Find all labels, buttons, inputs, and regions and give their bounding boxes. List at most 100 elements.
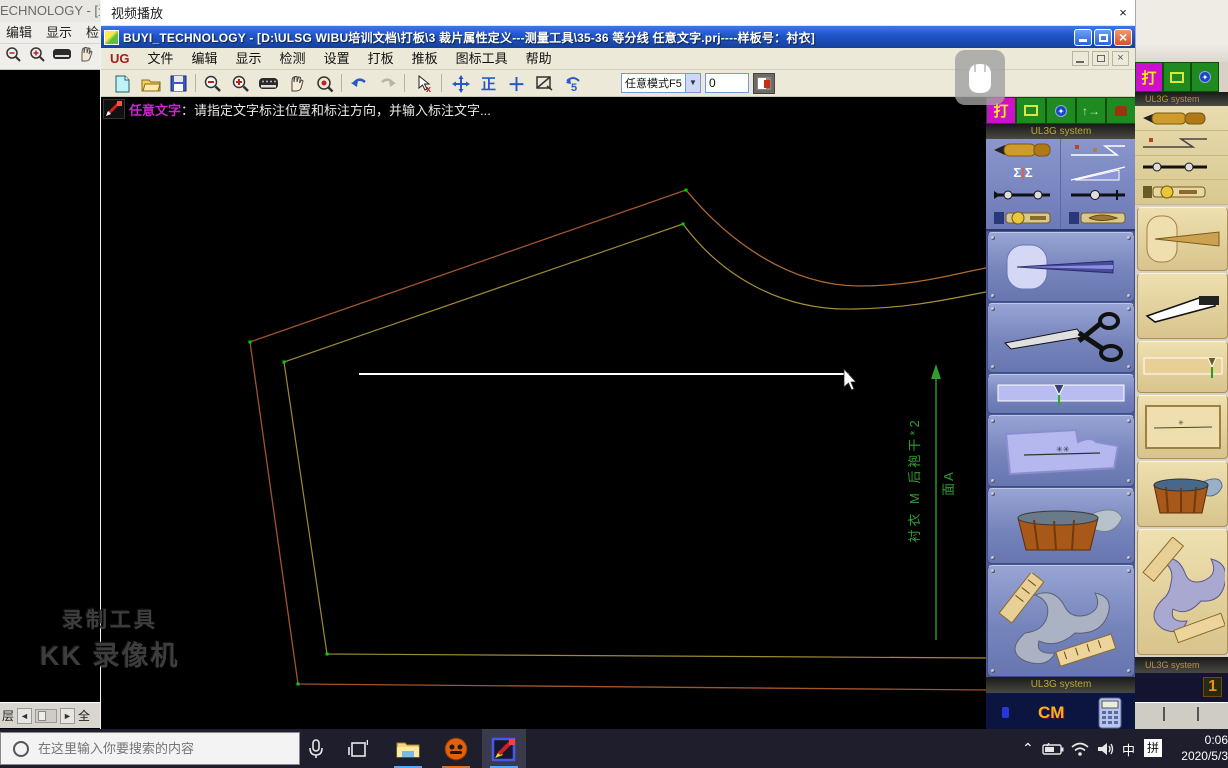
menu-help[interactable]: 帮助: [517, 48, 561, 70]
host-piece-panel[interactable]: ✳: [1137, 395, 1228, 459]
bg-menu-edit[interactable]: 编辑: [6, 22, 32, 43]
chevron-down-icon[interactable]: ▼: [684, 74, 700, 92]
piece-tool-panel[interactable]: ✳✳: [987, 415, 1135, 487]
divider-compass-icon[interactable]: [1135, 156, 1228, 181]
all-layers-label[interactable]: 全: [78, 707, 90, 724]
speaker-icon[interactable]: [1092, 729, 1120, 768]
host-curve-panel[interactable]: [1137, 529, 1228, 655]
mdi-close-button[interactable]: ×: [1112, 51, 1129, 66]
divider-compass-icon[interactable]: [986, 184, 1061, 207]
menu-icon-tools[interactable]: 图标工具: [447, 48, 517, 70]
pattern-outer-contour[interactable]: [249, 189, 987, 691]
curve-ruler-panel[interactable]: [987, 565, 1135, 677]
file-explorer-icon[interactable]: [386, 729, 430, 768]
mdi-restore-button[interactable]: [1092, 51, 1109, 66]
frame-tool-button[interactable]: [1016, 97, 1046, 124]
pattern-canvas[interactable]: 衬衣 M 后袍干*2 面A: [101, 121, 987, 729]
scroll-left-button[interactable]: ◄: [17, 707, 33, 724]
button-strap-tool-icon[interactable]: [1135, 180, 1228, 205]
bg-menu-view[interactable]: 显示: [46, 22, 72, 43]
host-basket-panel[interactable]: [1137, 461, 1228, 527]
polyline-tool-icon[interactable]: [1135, 131, 1228, 156]
zoom-out-icon[interactable]: [4, 45, 22, 68]
wifi-icon[interactable]: [1066, 729, 1094, 768]
host-dart-panel[interactable]: [1137, 207, 1228, 271]
new-file-icon[interactable]: [111, 72, 134, 95]
app-titlebar[interactable]: BUYI_TECHNOLOGY - [D:\ULSG WIBU培训文档\打板\3…: [101, 26, 1135, 48]
video-player-titlebar[interactable]: 视频播放 ×: [101, 0, 1135, 26]
unit-label[interactable]: CM: [1038, 703, 1064, 723]
search-input[interactable]: [38, 741, 268, 756]
tray-chevron-icon[interactable]: ⌃: [1022, 740, 1034, 757]
pencil-tool-icon[interactable]: [1135, 106, 1228, 131]
minimize-button[interactable]: [1074, 28, 1092, 46]
scroll-right-button[interactable]: ►: [60, 707, 76, 724]
value-input[interactable]: [705, 73, 749, 93]
restore-button[interactable]: [1094, 28, 1112, 46]
rotate-tool-icon[interactable]: 5: [561, 72, 584, 95]
bg-menu-check[interactable]: 检测: [86, 22, 100, 43]
ime-language-indicator[interactable]: 中: [1122, 740, 1135, 759]
menu-view[interactable]: 显示: [227, 48, 271, 70]
save-icon[interactable]: [167, 72, 190, 95]
keyboard-icon[interactable]: [257, 72, 280, 95]
host-knife-panel[interactable]: [1137, 273, 1228, 339]
mode-select[interactable]: 任意模式F5 ▼: [621, 73, 701, 93]
polyline-tool-icon[interactable]: [1061, 139, 1136, 162]
equal-divide-tool-icon[interactable]: Σ | Σ: [986, 161, 1061, 184]
host-horizontal-scrollbar[interactable]: [1135, 702, 1228, 729]
pattern-inner-contour[interactable]: [283, 223, 987, 659]
page-number[interactable]: 1: [1203, 677, 1222, 697]
host-tab-pattern[interactable]: 打: [1135, 62, 1163, 92]
dart-tool-panel[interactable]: [987, 232, 1135, 302]
button-strap-tool-icon[interactable]: [986, 206, 1061, 229]
calculator-icon[interactable]: [1098, 697, 1122, 729]
zoom-in-icon[interactable]: [229, 72, 252, 95]
divider-compass2-icon[interactable]: [1061, 184, 1136, 207]
zoom-in-icon[interactable]: [28, 45, 46, 68]
button-strap2-tool-icon[interactable]: [1061, 206, 1136, 229]
menu-file[interactable]: 文件: [139, 48, 183, 70]
cross-tool-icon[interactable]: ＋: [505, 72, 528, 95]
pattern-app-icon[interactable]: [482, 729, 526, 768]
host-notch-panel[interactable]: [1137, 341, 1228, 393]
zoom-out-icon[interactable]: [201, 72, 224, 95]
host-point-tool-button[interactable]: ✦: [1191, 62, 1219, 92]
taskbar-clock[interactable]: 0:06 2020/5/3: [1170, 732, 1228, 764]
notch-tool-panel[interactable]: [987, 374, 1135, 414]
menu-pattern[interactable]: 打板: [359, 48, 403, 70]
menu-check[interactable]: 检测: [271, 48, 315, 70]
bell-tool-button[interactable]: [1106, 97, 1136, 124]
open-file-icon[interactable]: [139, 72, 162, 95]
menu-settings[interactable]: 设置: [315, 48, 359, 70]
vertex-points[interactable]: [248, 188, 688, 686]
close-icon[interactable]: ×: [1101, 5, 1135, 20]
grain-line-arrow[interactable]: [931, 364, 941, 640]
battery-icon[interactable]: [1038, 729, 1068, 768]
ime-mode-badge[interactable]: 拼: [1144, 739, 1162, 757]
move-tool-icon[interactable]: [449, 72, 472, 95]
scissors-tool-panel[interactable]: [987, 303, 1135, 373]
menu-grading[interactable]: 推板: [403, 48, 447, 70]
host-frame-tool-button[interactable]: [1163, 62, 1191, 92]
undo-icon[interactable]: [348, 72, 371, 95]
keyboard-icon[interactable]: [52, 45, 72, 68]
taskbar-search[interactable]: [0, 732, 300, 765]
axis-tool-button[interactable]: ↑→: [1076, 97, 1106, 124]
pencil-tool-icon[interactable]: [986, 139, 1061, 162]
recorder-app-icon[interactable]: [434, 729, 478, 768]
microphone-icon[interactable]: [300, 729, 332, 768]
menu-edit[interactable]: 编辑: [183, 48, 227, 70]
menu-ug[interactable]: UG: [101, 48, 139, 70]
basket-tool-panel[interactable]: [987, 488, 1135, 564]
region-tool-icon[interactable]: [533, 72, 556, 95]
pan-hand-icon[interactable]: [78, 45, 94, 68]
redo-icon[interactable]: [376, 72, 399, 95]
layer-scrollbar[interactable]: [35, 708, 58, 723]
pattern-inner-neckline[interactable]: [682, 223, 987, 310]
pick-cursor-icon[interactable]: x: [413, 72, 436, 95]
mdi-minimize-button[interactable]: [1072, 51, 1089, 66]
close-button[interactable]: [1114, 28, 1132, 46]
pan-hand-icon[interactable]: [285, 72, 308, 95]
zoom-select-icon[interactable]: [313, 72, 336, 95]
